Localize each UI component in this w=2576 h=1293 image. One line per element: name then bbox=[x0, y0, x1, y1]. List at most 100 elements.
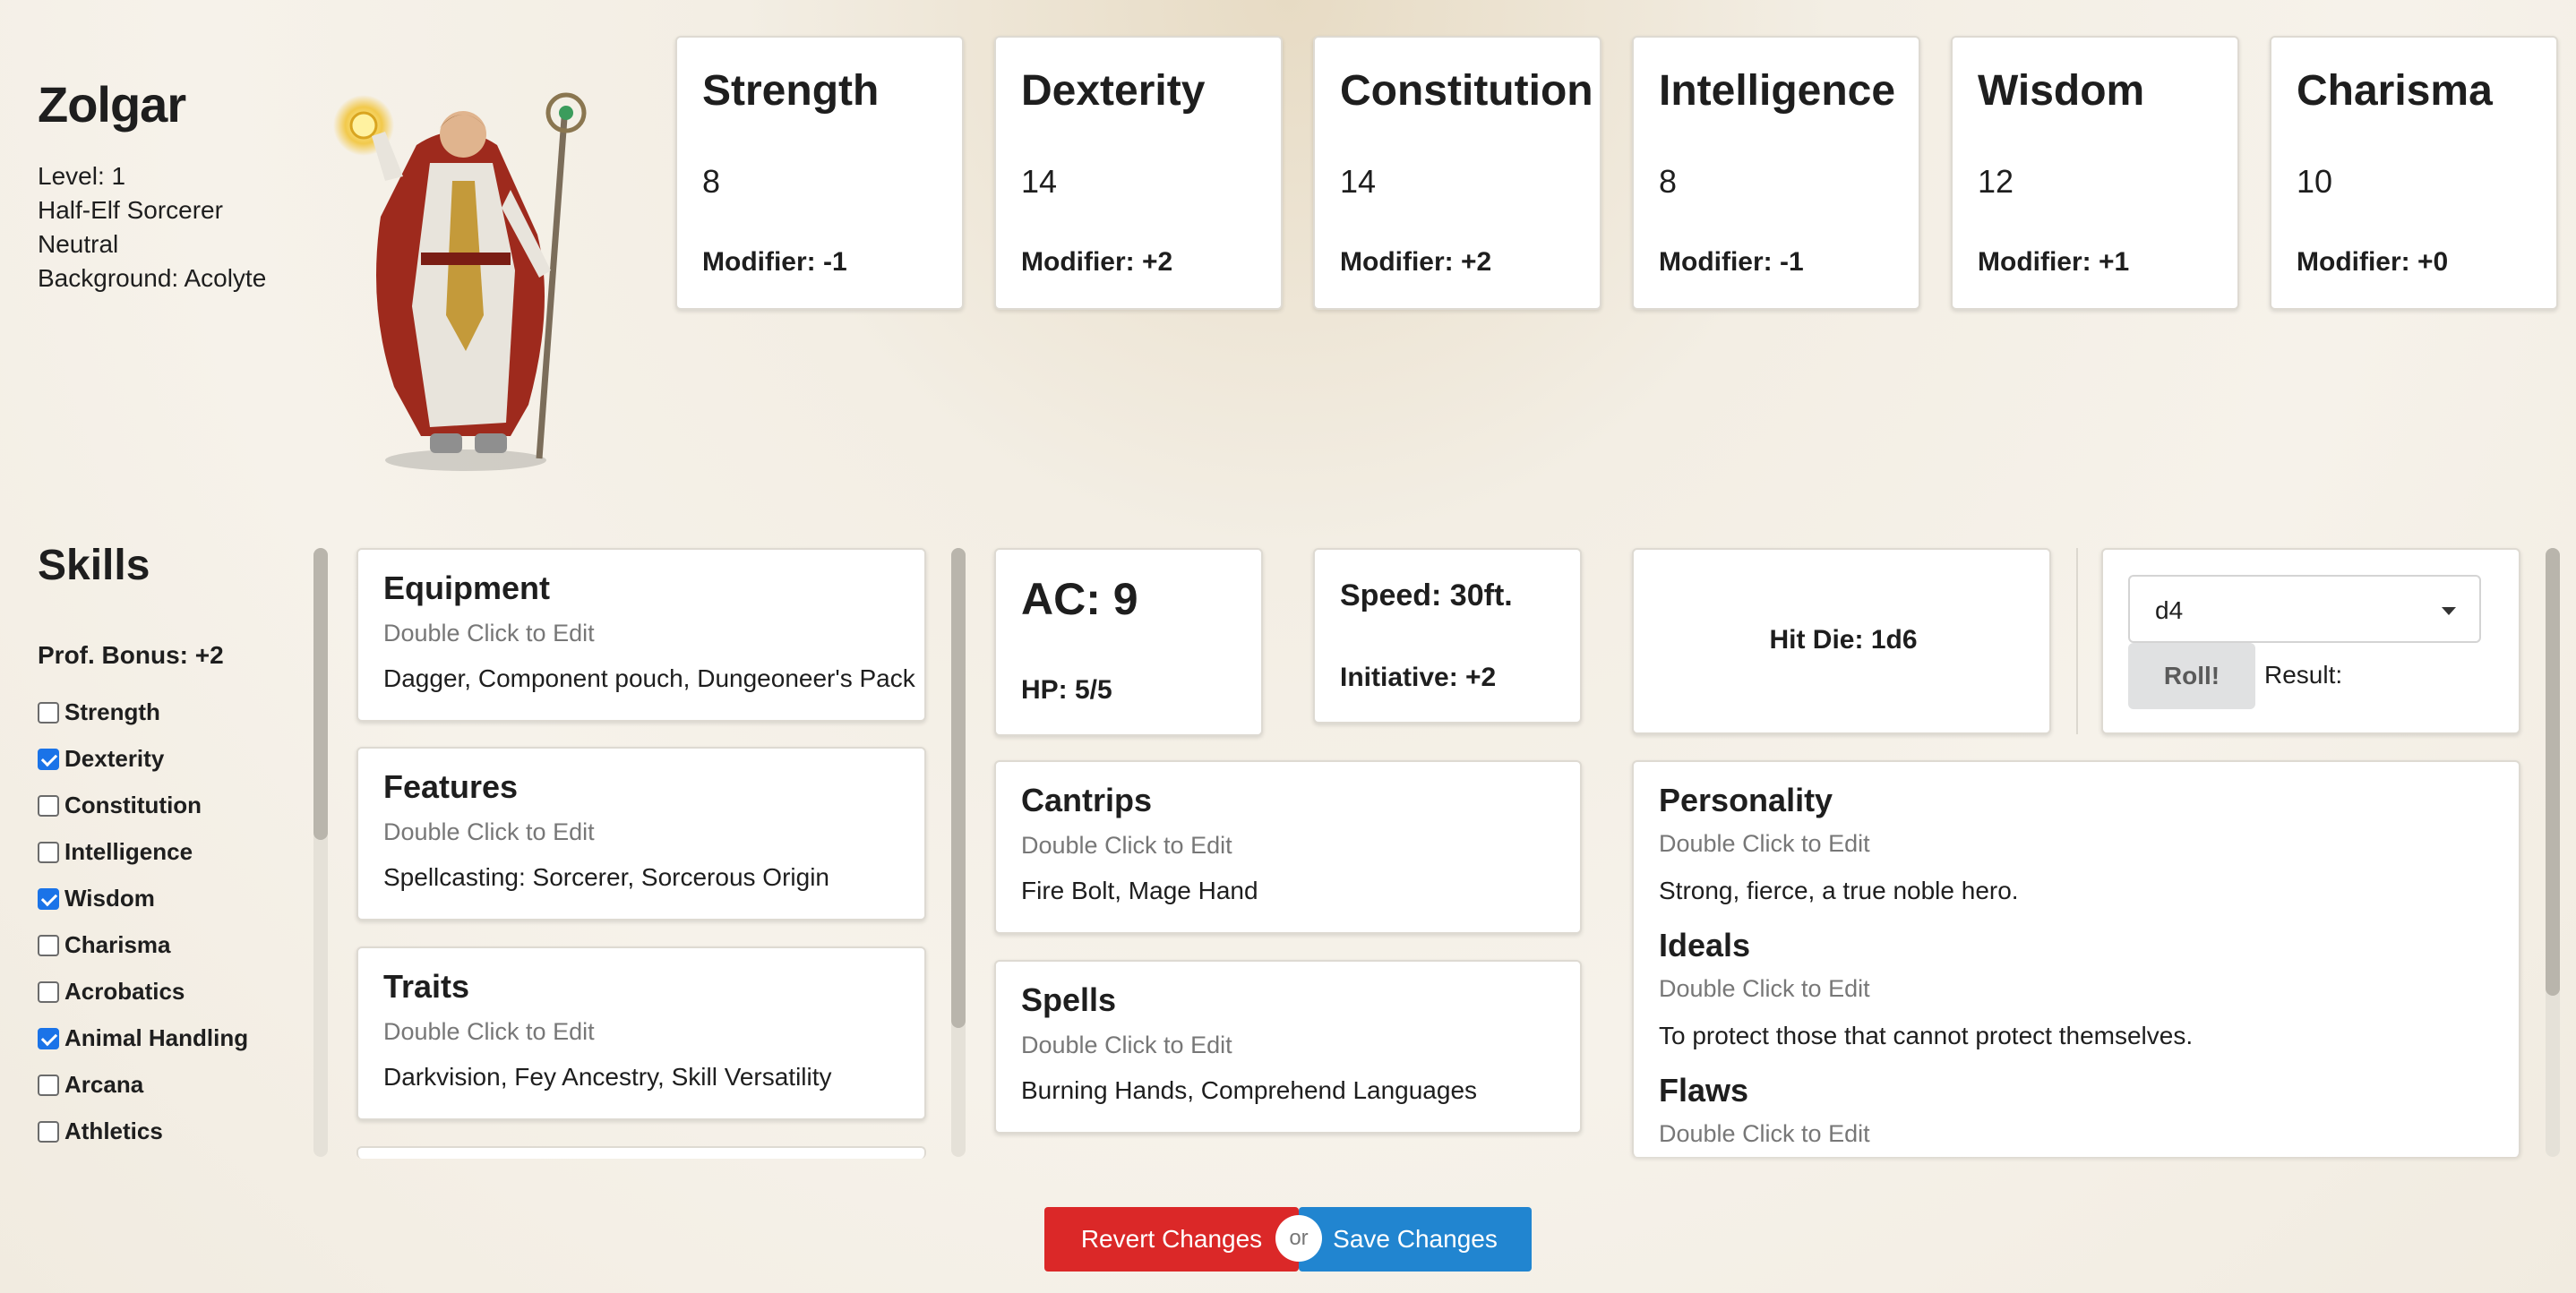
roll-button[interactable]: Roll! bbox=[2128, 643, 2255, 709]
revert-changes-button[interactable]: Revert Changes bbox=[1044, 1207, 1299, 1272]
ability-name: Dexterity bbox=[1021, 67, 1206, 115]
spells-card[interactable]: Spells Double Click to Edit Burning Hand… bbox=[994, 960, 1582, 1134]
character-name: Zolgar bbox=[38, 76, 186, 133]
skill-label: Acrobatics bbox=[64, 978, 185, 1005]
personality-card[interactable]: Personality Double Click to Edit Strong,… bbox=[1632, 760, 2520, 1157]
skills-scrollbar-thumb[interactable] bbox=[313, 548, 328, 840]
ability-score: 8 bbox=[702, 163, 721, 200]
skill-label: Charisma bbox=[64, 931, 171, 958]
skills-scrollbar[interactable] bbox=[313, 548, 328, 1157]
dice-select[interactable]: d4 bbox=[2128, 575, 2481, 643]
skill-checkbox[interactable] bbox=[38, 794, 59, 817]
character-alignment: Neutral bbox=[38, 230, 119, 258]
features-body: Spellcasting: Sorcerer, Sorcerous Origin bbox=[383, 863, 829, 891]
traits-hint: Double Click to Edit bbox=[383, 1018, 595, 1045]
features-card[interactable]: Features Double Click to Edit Spellcasti… bbox=[356, 747, 926, 921]
ability-card-intelligence[interactable]: Intelligence 8 Modifier: -1 bbox=[1632, 36, 1920, 310]
skill-arcana[interactable]: Arcana bbox=[38, 1071, 143, 1099]
skill-label: Constitution bbox=[64, 792, 202, 818]
skill-athletics[interactable]: Athletics bbox=[38, 1117, 163, 1145]
ability-score: 14 bbox=[1021, 163, 1058, 200]
ability-modifier: Modifier: +0 bbox=[2297, 247, 2449, 277]
initiative: Initiative: +2 bbox=[1340, 663, 1497, 692]
skill-dexterity[interactable]: Dexterity bbox=[38, 745, 164, 773]
equipment-title: Equipment bbox=[383, 569, 550, 606]
skill-wisdom[interactable]: Wisdom bbox=[38, 885, 155, 912]
cantrips-body: Fire Bolt, Mage Hand bbox=[1021, 877, 1258, 904]
traits-title: Traits bbox=[383, 968, 470, 1005]
save-changes-button[interactable]: Save Changes bbox=[1299, 1207, 1532, 1272]
character-background: Background: Acolyte bbox=[38, 264, 267, 292]
spells-hint: Double Click to Edit bbox=[1021, 1032, 1232, 1058]
ability-card-wisdom[interactable]: Wisdom 12 Modifier: +1 bbox=[1951, 36, 2239, 310]
character-portrait bbox=[333, 92, 587, 471]
skill-animal-handling[interactable]: Animal Handling bbox=[38, 1024, 248, 1052]
skill-intelligence[interactable]: Intelligence bbox=[38, 838, 193, 866]
hit-die-card[interactable]: Hit Die: 1d6 bbox=[1632, 548, 2051, 734]
roll-result-label: Result: bbox=[2264, 661, 2343, 689]
ability-modifier: Modifier: -1 bbox=[1659, 247, 1804, 277]
skill-label: Intelligence bbox=[64, 838, 193, 865]
dice-roller-card: d4 Roll! Result: bbox=[2101, 548, 2520, 734]
ac-hp-card[interactable]: AC: 9 HP: 5/5 bbox=[994, 548, 1263, 736]
skill-checkbox[interactable] bbox=[38, 980, 59, 1003]
ability-modifier: Modifier: +1 bbox=[1978, 247, 2130, 277]
right-scrollbar[interactable] bbox=[2546, 548, 2560, 1157]
spells-body: Burning Hands, Comprehend Languages bbox=[1021, 1076, 1478, 1104]
skill-checkbox[interactable] bbox=[38, 1120, 59, 1143]
flaws-hint: Double Click to Edit bbox=[1659, 1120, 1870, 1147]
chevron-down-icon bbox=[2442, 607, 2456, 615]
skill-checkbox[interactable] bbox=[38, 1074, 59, 1096]
equipment-body: Dagger, Component pouch, Dungeoneer's Pa… bbox=[383, 664, 915, 692]
skill-label: Arcana bbox=[64, 1071, 144, 1098]
prof-bonus: Prof. Bonus: +2 bbox=[38, 641, 224, 669]
personality-hint: Double Click to Edit bbox=[1659, 830, 1870, 857]
skill-label: Dexterity bbox=[64, 745, 165, 772]
skill-checkbox[interactable] bbox=[38, 1027, 59, 1049]
ability-name: Strength bbox=[702, 67, 880, 115]
right-scrollbar-thumb[interactable] bbox=[2546, 548, 2560, 996]
ability-modifier: Modifier: +2 bbox=[1340, 247, 1492, 277]
personality-title: Personality bbox=[1659, 782, 1833, 818]
skill-label: Strength bbox=[64, 698, 160, 725]
ability-card-strength[interactable]: Strength 8 Modifier: -1 bbox=[675, 36, 964, 310]
middle-scrollbar[interactable] bbox=[951, 548, 966, 1157]
ability-card-constitution[interactable]: Constitution 14 Modifier: +2 bbox=[1313, 36, 1601, 310]
skill-checkbox[interactable] bbox=[38, 934, 59, 956]
speed-initiative-card[interactable]: Speed: 30ft. Initiative: +2 bbox=[1313, 548, 1582, 724]
skill-charisma[interactable]: Charisma bbox=[38, 931, 171, 959]
skill-checkbox[interactable] bbox=[38, 887, 59, 910]
skill-label: Athletics bbox=[64, 1117, 163, 1144]
skill-acrobatics[interactable]: Acrobatics bbox=[38, 978, 185, 1006]
ability-name: Wisdom bbox=[1978, 67, 2145, 115]
character-info: Level: 1 Half-Elf Sorcerer Neutral Backg… bbox=[38, 159, 266, 295]
skill-checkbox[interactable] bbox=[38, 701, 59, 724]
skill-checkbox[interactable] bbox=[38, 748, 59, 770]
ideals-hint: Double Click to Edit bbox=[1659, 975, 1870, 1002]
hit-points: HP: 5/5 bbox=[1021, 675, 1112, 705]
ability-modifier: Modifier: +2 bbox=[1021, 247, 1173, 277]
ability-score: 12 bbox=[1978, 163, 2014, 200]
ability-score: 14 bbox=[1340, 163, 1377, 200]
flaws-title: Flaws bbox=[1659, 1072, 1749, 1109]
equipment-card[interactable]: Equipment Double Click to Edit Dagger, C… bbox=[356, 548, 926, 722]
ability-card-charisma[interactable]: Charisma 10 Modifier: +0 bbox=[2270, 36, 2558, 310]
skill-constitution[interactable]: Constitution bbox=[38, 792, 202, 819]
ability-card-dexterity[interactable]: Dexterity 14 Modifier: +2 bbox=[994, 36, 1283, 310]
skill-label: Animal Handling bbox=[64, 1024, 249, 1051]
ability-modifier: Modifier: -1 bbox=[702, 247, 847, 277]
ability-score: 8 bbox=[1659, 163, 1678, 200]
hit-die: Hit Die: 1d6 bbox=[1769, 625, 1918, 655]
features-title: Features bbox=[383, 768, 519, 805]
middle-scrollbar-thumb[interactable] bbox=[951, 548, 966, 1028]
armor-class: AC: 9 bbox=[1021, 574, 1138, 624]
skill-strength[interactable]: Strength bbox=[38, 698, 160, 726]
cantrips-title: Cantrips bbox=[1021, 782, 1153, 818]
traits-card[interactable]: Traits Double Click to Edit Darkvision, … bbox=[356, 946, 926, 1120]
ideals-body: To protect those that cannot protect the… bbox=[1659, 1022, 2194, 1049]
ideals-title: Ideals bbox=[1659, 927, 1751, 963]
skill-checkbox[interactable] bbox=[38, 841, 59, 863]
ability-name: Constitution bbox=[1340, 67, 1593, 115]
speed: Speed: 30ft. bbox=[1340, 578, 1513, 612]
cantrips-card[interactable]: Cantrips Double Click to Edit Fire Bolt,… bbox=[994, 760, 1582, 934]
